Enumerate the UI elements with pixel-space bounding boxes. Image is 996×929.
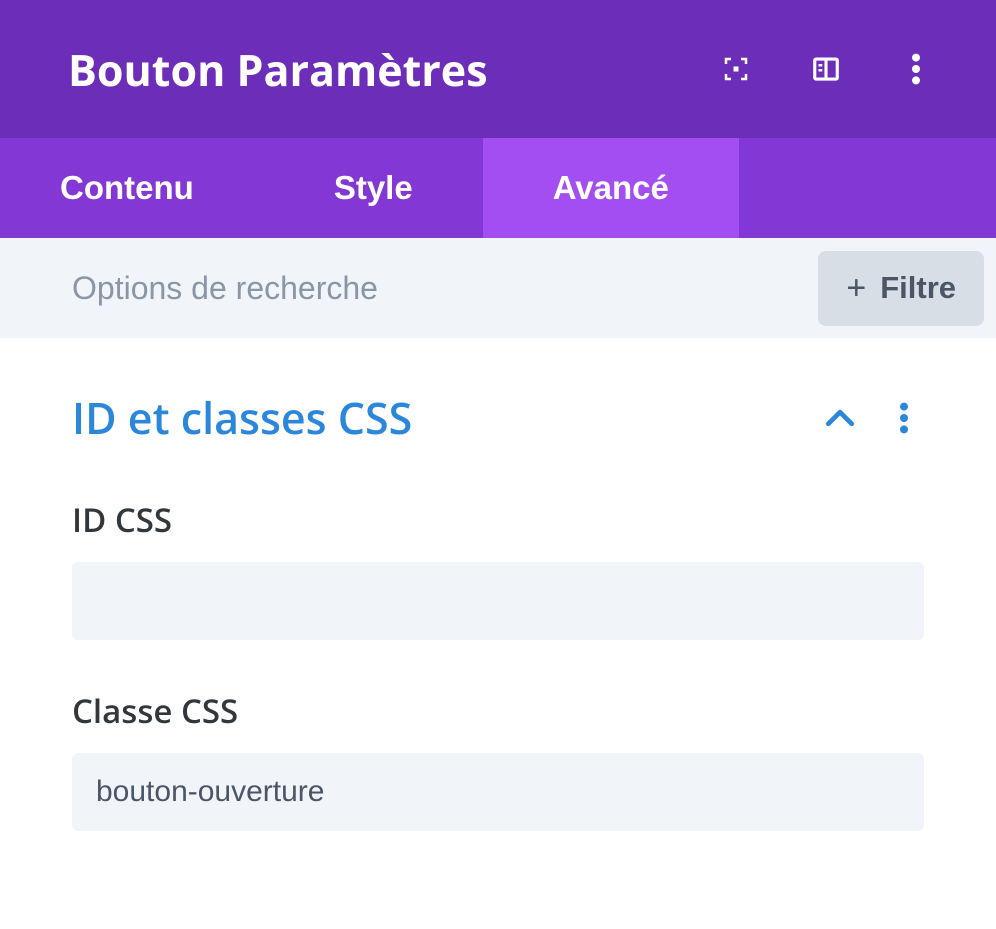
css-id-field-group: ID CSS	[72, 497, 924, 640]
search-bar: + Filtre	[0, 238, 996, 338]
panel-title: Bouton Paramètres	[68, 40, 488, 99]
css-id-input[interactable]	[72, 562, 924, 640]
section-options-icon[interactable]	[884, 398, 924, 438]
filter-label: Filtre	[880, 270, 956, 306]
css-class-label: Classe CSS	[72, 688, 924, 733]
css-id-label: ID CSS	[72, 497, 924, 542]
tab-bar: Contenu Style Avancé	[0, 138, 996, 238]
section-header-icons	[820, 398, 924, 438]
section-header: ID et classes CSS	[72, 388, 924, 447]
section-title: ID et classes CSS	[72, 388, 412, 447]
plus-icon: +	[846, 269, 866, 308]
settings-header: Bouton Paramètres	[0, 0, 996, 138]
tab-content[interactable]: Contenu	[0, 138, 264, 238]
more-options-icon[interactable]	[896, 49, 936, 89]
scan-icon[interactable]	[716, 49, 756, 89]
collapse-icon[interactable]	[820, 398, 860, 438]
split-view-icon[interactable]	[806, 49, 846, 89]
filter-button[interactable]: + Filtre	[818, 251, 984, 326]
header-icon-group	[716, 49, 936, 89]
search-input[interactable]	[72, 270, 818, 307]
tab-advanced[interactable]: Avancé	[483, 138, 739, 238]
css-class-field-group: Classe CSS	[72, 688, 924, 831]
css-section: ID et classes CSS ID CSS Classe CSS	[0, 338, 996, 929]
tab-style[interactable]: Style	[264, 138, 483, 238]
css-class-input[interactable]	[72, 753, 924, 831]
